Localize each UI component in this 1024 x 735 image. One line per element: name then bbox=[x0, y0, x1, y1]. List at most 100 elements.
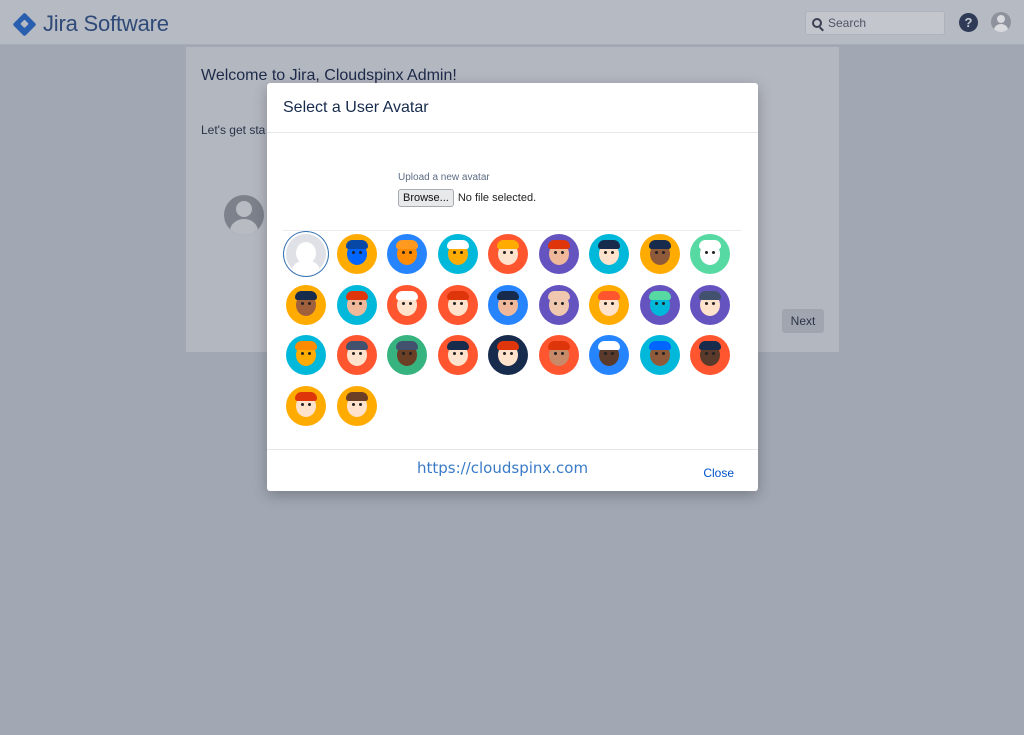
avatar-hair bbox=[699, 341, 721, 350]
white-hood-avatar[interactable] bbox=[589, 335, 629, 375]
watermark-text: https://cloudspinx.com bbox=[417, 459, 589, 477]
avatar-hair bbox=[547, 240, 570, 249]
avatar-eye bbox=[459, 251, 463, 254]
dog-avatar[interactable] bbox=[437, 234, 478, 274]
short-hair-avatar[interactable] bbox=[488, 284, 528, 325]
robot-avatar[interactable] bbox=[286, 335, 326, 375]
avatar-hair bbox=[295, 391, 317, 401]
avatar-hair bbox=[547, 341, 570, 350]
curly-avatar[interactable] bbox=[639, 234, 680, 274]
avatar-eye bbox=[351, 402, 355, 406]
avatar-eye bbox=[301, 352, 304, 355]
avatar-eye bbox=[503, 352, 506, 355]
dialog-title: Select a User Avatar bbox=[283, 99, 429, 116]
avatar-eye bbox=[503, 251, 506, 254]
avatar-eye bbox=[301, 301, 304, 305]
brunette-avatar[interactable] bbox=[336, 385, 377, 426]
hijab-avatar[interactable] bbox=[538, 335, 579, 375]
bald-avatar[interactable] bbox=[538, 284, 579, 325]
avatar-eye bbox=[604, 251, 607, 254]
default-avatar[interactable] bbox=[286, 234, 326, 274]
redhead-avatar[interactable] bbox=[437, 284, 478, 325]
avatar-eye bbox=[409, 301, 412, 305]
file-status: No file selected. bbox=[457, 192, 537, 204]
search-input[interactable]: Search bbox=[805, 11, 945, 35]
avatar-eye bbox=[654, 251, 658, 254]
avatar-eye bbox=[604, 352, 607, 355]
avatar-hair bbox=[497, 290, 519, 300]
avatar-eye bbox=[358, 301, 362, 305]
red-long-hair-avatar[interactable] bbox=[286, 385, 326, 426]
santa-avatar[interactable] bbox=[336, 284, 377, 325]
avatar-hair bbox=[598, 290, 620, 300]
avatar-eye bbox=[308, 301, 311, 305]
avatar-eye bbox=[611, 251, 614, 254]
avatar-hair bbox=[446, 341, 469, 350]
avatar-hair bbox=[547, 290, 570, 300]
avatar-eye bbox=[654, 301, 658, 305]
dark-hair-avatar[interactable] bbox=[589, 234, 629, 274]
avatar-hair bbox=[345, 391, 368, 401]
avatar-eye bbox=[409, 352, 412, 355]
avatar-eye bbox=[459, 301, 463, 305]
avatar-eye bbox=[705, 251, 708, 254]
avatar-eye bbox=[452, 251, 456, 254]
captain-avatar[interactable] bbox=[690, 284, 730, 325]
avatar-eye bbox=[604, 301, 607, 305]
avatar-hair bbox=[699, 290, 721, 300]
flat-top-avatar[interactable] bbox=[286, 284, 326, 325]
avatar-hair bbox=[648, 240, 671, 249]
search-icon bbox=[812, 18, 822, 28]
blue-mask-avatar[interactable] bbox=[336, 234, 377, 274]
avatar-eye bbox=[712, 352, 715, 355]
upload-label: Upload a new avatar bbox=[398, 172, 490, 183]
cat-avatar[interactable] bbox=[387, 234, 427, 274]
avatar-eye bbox=[661, 251, 665, 254]
avatar-hair bbox=[446, 290, 469, 300]
avatar-eye bbox=[510, 301, 513, 305]
turban-avatar[interactable] bbox=[639, 335, 680, 375]
avatar-hair bbox=[497, 341, 519, 350]
ghost-avatar[interactable] bbox=[690, 234, 730, 274]
avatar-eye bbox=[409, 251, 412, 254]
avatar-hair bbox=[648, 341, 671, 350]
owl-avatar[interactable] bbox=[639, 284, 680, 325]
avatar-eye bbox=[452, 352, 456, 355]
browse-button[interactable]: Browse... bbox=[398, 189, 454, 207]
avatar-eye bbox=[712, 301, 715, 305]
avatar-body bbox=[292, 260, 320, 274]
close-button[interactable]: Close bbox=[703, 466, 734, 480]
avatar-eye bbox=[510, 352, 513, 355]
upload-section: Upload a new avatar Browse... No file se… bbox=[398, 172, 536, 207]
help-icon[interactable]: ? bbox=[959, 13, 978, 32]
beard-avatar[interactable] bbox=[690, 335, 730, 375]
file-input: Browse... No file selected. bbox=[398, 189, 536, 207]
avatar-hair bbox=[345, 290, 368, 300]
user-profile-avatar[interactable] bbox=[991, 12, 1011, 32]
avatar-hair bbox=[396, 341, 418, 350]
blond-avatar[interactable] bbox=[488, 234, 528, 274]
gnome-avatar[interactable] bbox=[538, 234, 579, 274]
avatar-hair bbox=[598, 341, 620, 350]
avatar-hair bbox=[345, 240, 368, 249]
bearded-avatar[interactable] bbox=[589, 284, 629, 325]
divider bbox=[283, 230, 741, 231]
avatar-hair bbox=[345, 341, 368, 350]
avatar-eye bbox=[712, 251, 715, 254]
avatar-hair bbox=[396, 290, 418, 300]
mustache-avatar[interactable] bbox=[336, 335, 377, 375]
avatar-eye bbox=[560, 301, 564, 305]
avatar-eye bbox=[705, 352, 708, 355]
avatar-eye bbox=[308, 402, 311, 406]
avatar-hair bbox=[396, 240, 418, 249]
avatar-eye bbox=[705, 301, 708, 305]
red-bob-avatar[interactable] bbox=[488, 335, 528, 375]
welcome-intro: Let's get sta bbox=[201, 123, 266, 137]
jira-logo[interactable]: Jira Software bbox=[12, 11, 169, 37]
dialog-header: Select a User Avatar bbox=[267, 83, 758, 133]
long-hair-avatar[interactable] bbox=[437, 335, 478, 375]
avatar-eye bbox=[358, 402, 362, 406]
avatar-eye bbox=[402, 352, 405, 355]
chef-avatar[interactable] bbox=[387, 284, 427, 325]
afro-avatar[interactable] bbox=[387, 335, 427, 375]
